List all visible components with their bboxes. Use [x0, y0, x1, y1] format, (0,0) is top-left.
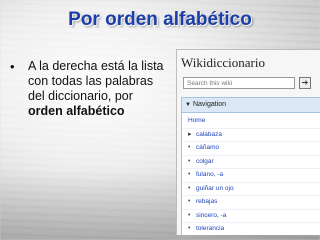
bullet-point: • A la derecha está la lista con todas l…	[10, 59, 168, 119]
nav-item[interactable]: • tolerancia	[182, 223, 320, 235]
nav-item-label: cáñamo	[196, 144, 220, 151]
nav-item[interactable]: • cáñamo	[182, 142, 320, 156]
navigation-header[interactable]: ▼ Navigation	[182, 98, 320, 113]
wiki-search-input[interactable]: Search this wiki	[183, 77, 295, 89]
navigation-panel: ▼ Navigation Home ▸ calabaza • cáñamo • colgar •…	[181, 97, 320, 235]
nav-item-label: tolerancia	[196, 225, 225, 232]
bullet-icon: •	[188, 184, 191, 192]
nav-item[interactable]: • rebajas	[182, 196, 320, 210]
nav-item-label: guiñar un ojo	[196, 184, 234, 192]
nav-item-label: calabaza	[196, 130, 223, 138]
nav-item[interactable]: ▸ calabaza	[182, 129, 320, 142]
bullet-icon: •	[188, 144, 191, 151]
bullet-icon: •	[188, 225, 191, 232]
bullet-text-emphasis: orden alfabético	[28, 104, 125, 118]
wiki-screenshot-panel: Wikidiccionario Search this wiki ➔ ▼ Navi…	[176, 49, 320, 235]
bullet-icon: •	[188, 198, 191, 205]
nav-item-label: colgar	[196, 157, 214, 165]
nav-item-label: sincero, -a	[196, 211, 227, 219]
bullet-icon: •	[188, 211, 191, 219]
nav-item[interactable]: • colgar	[182, 156, 320, 169]
nav-item-label: rebajas	[196, 198, 218, 205]
nav-item[interactable]: Home	[182, 115, 320, 129]
bullet-text-intro: A la derecha está la lista con todas las…	[28, 59, 164, 103]
bullet-text: A la derecha está la lista con todas las…	[28, 59, 168, 119]
bullet-icon: •	[188, 171, 191, 178]
bullet-icon: •	[188, 157, 191, 165]
arrow-right-icon: ▸	[188, 130, 192, 138]
navigation-heading: Navigation	[192, 101, 227, 108]
slide-title: Por orden alfabético	[68, 9, 252, 30]
bullet-icon: •	[10, 59, 15, 74]
go-icon[interactable]: ➔	[299, 77, 311, 89]
triangle-down-icon: ▼	[185, 102, 191, 108]
nav-item[interactable]: • sincero, -a	[182, 210, 320, 223]
navigation-list: Home ▸ calabaza • cáñamo • colgar • fulano, -a • g…	[182, 113, 320, 235]
nav-item[interactable]: • fulano, -a	[182, 169, 320, 183]
nav-item[interactable]: • guiñar un ojo	[182, 183, 320, 196]
wiki-site-name[interactable]: Wikidiccionario	[181, 55, 265, 71]
nav-item-label: fulano, -a	[196, 171, 224, 178]
nav-item-label: Home	[188, 117, 206, 124]
